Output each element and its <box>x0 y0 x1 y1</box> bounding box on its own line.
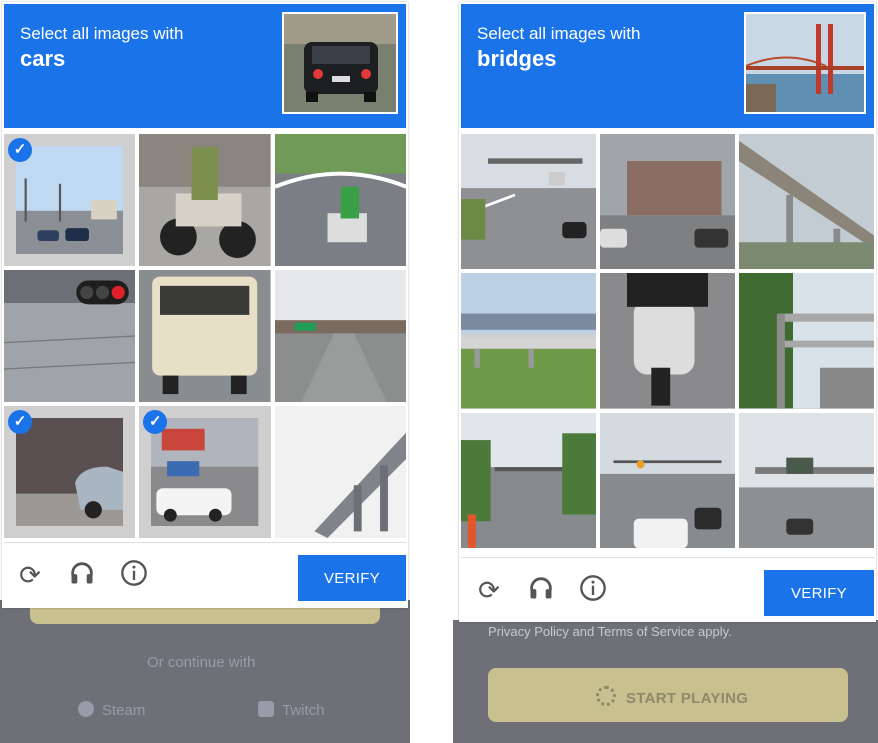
captcha-header: Select all images with bridges <box>461 4 874 128</box>
privacy-text: Privacy Policy and Terms of Service appl… <box>488 624 732 639</box>
grid-tile-9[interactable] <box>739 412 874 548</box>
grid-tile-2[interactable] <box>600 134 735 270</box>
sample-image <box>744 12 866 114</box>
image-grid: ✓ ✓ ✓ <box>4 134 406 538</box>
twitch-icon <box>258 701 274 717</box>
target-keyword: cars <box>20 46 66 71</box>
info-icon[interactable] <box>118 559 150 591</box>
grid-tile-2[interactable] <box>139 134 271 266</box>
captcha-dialog: Select all images with bridges ⟳ VERIFY <box>459 2 876 622</box>
grid-tile-5[interactable] <box>600 273 735 409</box>
sample-image <box>282 12 398 114</box>
grid-tile-4[interactable] <box>461 273 596 409</box>
start-playing-label: START PLAYING <box>596 686 748 707</box>
grid-tile-3[interactable] <box>274 134 406 266</box>
audio-icon[interactable] <box>66 559 98 591</box>
instruction-text: Select all images with <box>20 24 184 43</box>
check-icon: ✓ <box>8 138 32 162</box>
grid-tile-6[interactable] <box>739 273 874 409</box>
background-app: Or continue with Steam Twitch <box>0 594 410 743</box>
steam-login: Steam <box>78 701 145 719</box>
instruction-text: Select all images with <box>477 24 641 43</box>
grid-tile-4[interactable] <box>4 270 136 402</box>
grid-tile-1[interactable] <box>461 134 596 270</box>
reload-icon[interactable]: ⟳ <box>14 559 46 591</box>
captcha-header: Select all images with cars <box>4 4 406 128</box>
grid-tile-6[interactable] <box>274 270 406 402</box>
grid-tile-8[interactable] <box>600 412 735 548</box>
captcha-footer: ⟳ VERIFY <box>4 542 406 607</box>
spinner-icon <box>596 686 616 706</box>
twitch-login: Twitch <box>258 701 325 719</box>
image-grid <box>461 134 874 548</box>
or-continue-text: Or continue with <box>147 654 256 671</box>
grid-tile-5[interactable] <box>139 270 271 402</box>
grid-tile-7[interactable] <box>461 412 596 548</box>
grid-tile-8[interactable]: ✓ <box>139 406 271 538</box>
captcha-panel-bridges: Privacy Policy and Terms of Service appl… <box>453 0 878 743</box>
grid-tile-3[interactable] <box>739 134 874 270</box>
audio-icon[interactable] <box>525 574 557 606</box>
grid-tile-7[interactable]: ✓ <box>4 406 136 538</box>
target-keyword: bridges <box>477 46 557 71</box>
grid-tile-9[interactable] <box>274 406 406 538</box>
grid-tile-1[interactable]: ✓ <box>4 134 136 266</box>
reload-icon[interactable]: ⟳ <box>473 574 505 606</box>
captcha-panel-cars: Or continue with Steam Twitch Select all… <box>0 0 410 743</box>
verify-button[interactable]: VERIFY <box>298 555 406 601</box>
background-app: Privacy Policy and Terms of Service appl… <box>453 620 878 743</box>
steam-icon <box>78 701 94 717</box>
captcha-dialog: Select all images with cars ✓ ✓ ✓ ⟳ VERI… <box>2 2 408 608</box>
verify-button[interactable]: VERIFY <box>764 570 874 616</box>
check-icon: ✓ <box>8 410 32 434</box>
captcha-footer: ⟳ VERIFY <box>461 557 874 622</box>
info-icon[interactable] <box>577 574 609 606</box>
